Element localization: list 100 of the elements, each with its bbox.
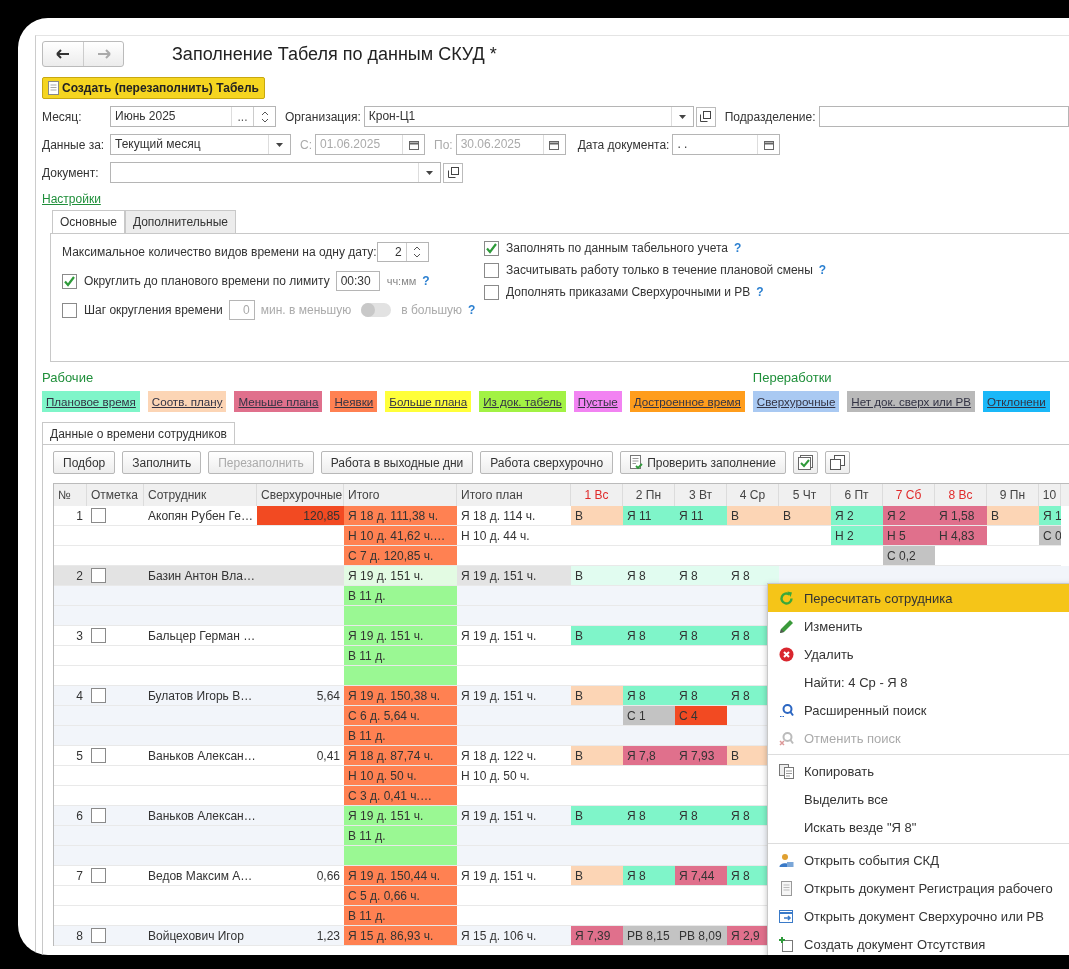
search-icon xyxy=(778,702,794,718)
day-cell: Я 8 xyxy=(623,686,675,706)
day-cell: В xyxy=(571,866,623,886)
day-cell: С 4 xyxy=(675,706,727,726)
open-button[interactable] xyxy=(695,106,716,127)
total-cell: Я 19 д. 151 ч. xyxy=(344,626,457,646)
legend-link[interactable]: Нет док. сверх или РВ xyxy=(847,391,976,412)
round-limit-field[interactable]: 00:30 xyxy=(335,271,380,291)
document-date-field[interactable]: . . xyxy=(672,134,781,155)
checkbox[interactable] xyxy=(91,928,106,943)
column-header[interactable]: Сотрудник xyxy=(144,484,257,506)
total-cell: Н 10 д. 41,62 ч.… xyxy=(344,526,457,546)
day-cell: С 1 xyxy=(623,706,675,726)
column-header[interactable]: № xyxy=(54,484,87,506)
settings-tab[interactable]: Основные xyxy=(52,210,125,233)
refresh-icon xyxy=(778,590,794,606)
checkbox[interactable] xyxy=(91,568,106,583)
date-from-label: С: xyxy=(300,137,312,152)
day-cell: Я 2 xyxy=(883,506,935,526)
day-cell: Я 8 xyxy=(675,566,727,586)
employee-cell: Ведов Максим А… xyxy=(144,866,257,886)
legend-link[interactable]: Больше плана xyxy=(385,391,472,412)
date-to-label: По: xyxy=(434,137,453,152)
row-number: 3 xyxy=(54,626,87,646)
checkbox[interactable] xyxy=(484,262,499,278)
checkbox[interactable] xyxy=(91,808,106,823)
legend-link[interactable]: Меньше плана xyxy=(234,391,323,412)
checkbox[interactable] xyxy=(62,273,77,289)
settings-link[interactable]: Настройки xyxy=(42,192,101,207)
day-cell: Н 4,83 xyxy=(935,526,987,546)
legend-heading: Переработки xyxy=(752,370,833,385)
checklist-button[interactable] xyxy=(792,451,818,474)
month-field[interactable]: Июнь 2025 ... xyxy=(110,106,276,127)
settings-tab[interactable]: Дополнительные xyxy=(124,210,236,233)
help-link[interactable]: ? xyxy=(468,303,476,317)
department-field[interactable] xyxy=(818,106,1069,127)
legend-link[interactable]: Достроенное время xyxy=(629,391,745,412)
total-cell: Я 19 д. 150,44 ч. xyxy=(344,866,457,886)
create-timesheet-button[interactable]: Создать (перезаполнить) Табель xyxy=(42,77,265,99)
legend-link[interactable]: Из док. табель xyxy=(479,391,566,412)
overtime-cell: 120,85 xyxy=(257,506,344,526)
checkbox[interactable] xyxy=(484,240,499,256)
help-link[interactable]: ? xyxy=(734,241,742,255)
employee-cell: Бальцер Герман … xyxy=(144,626,257,646)
day-cell: В xyxy=(571,686,623,706)
organization-field[interactable]: Крон-Ц1 xyxy=(363,106,694,127)
toolbar-button[interactable]: Заполнить xyxy=(122,451,202,474)
legend-link[interactable]: Отклонени xyxy=(983,391,1050,412)
day-cell: Я 8 xyxy=(623,626,675,646)
checkbox[interactable] xyxy=(91,748,106,763)
select-button[interactable]: ... xyxy=(231,107,253,126)
step-label: Шаг округления времени xyxy=(84,303,223,317)
day-cell: В xyxy=(987,506,1039,526)
data-tab[interactable]: Данные о времени сотрудников xyxy=(42,422,235,444)
day-cell: Я 8 xyxy=(727,566,779,586)
legend-link[interactable]: Пустые xyxy=(573,391,622,412)
column-header[interactable]: Отметка xyxy=(87,484,144,506)
checkbox[interactable] xyxy=(62,302,77,318)
document-field[interactable] xyxy=(110,162,441,183)
legend-link[interactable]: Неявки xyxy=(330,391,378,412)
max-kinds-field[interactable]: 2 xyxy=(376,242,429,262)
option-label: Засчитывать работу только в течение плановой смены xyxy=(506,263,813,277)
day-cell: Я 11 xyxy=(675,506,727,526)
row-number: 5 xyxy=(54,746,87,766)
legend-link[interactable]: Соотв. плану xyxy=(147,391,227,412)
legend-link[interactable]: Плановое время xyxy=(42,391,140,412)
round-down-label: мин. в меньшую xyxy=(260,303,352,317)
toolbar-button[interactable]: Подбор xyxy=(53,451,116,474)
total-cell: Н 10 д. 50 ч. xyxy=(344,766,457,786)
checked-document-icon xyxy=(630,455,644,470)
row-number: 1 xyxy=(54,506,87,526)
column-header[interactable]: Итого план xyxy=(457,484,571,506)
help-link[interactable]: ? xyxy=(756,285,764,299)
help-link[interactable]: ? xyxy=(818,263,827,277)
menu-item[interactable]: Пересчитать сотрудника xyxy=(768,584,1069,612)
day-cell: Я 8 xyxy=(675,806,727,826)
total-cell: Я 18 д. 87,74 ч. xyxy=(344,746,457,766)
day-cell: В xyxy=(727,506,779,526)
document-date-label: Дата документа: xyxy=(577,137,670,152)
total-cell: С 5 д. 0,66 ч. xyxy=(344,886,457,906)
toolbar-button[interactable]: Работа в выходные дни xyxy=(320,451,474,474)
checkbox[interactable] xyxy=(91,868,106,883)
help-link[interactable]: ? xyxy=(422,274,430,288)
total-cell: С 6 д. 5,64 ч. xyxy=(344,706,457,726)
forward-arrow-icon xyxy=(96,49,111,59)
checkbox[interactable] xyxy=(484,284,499,300)
toggle-switch[interactable] xyxy=(361,303,392,317)
total-cell: Я 19 д. 151 ч. xyxy=(344,566,457,586)
legend-link[interactable]: Сверхурочные xyxy=(752,391,840,412)
toolbar-button[interactable]: Работа сверхурочно xyxy=(480,451,614,474)
period-select[interactable]: Текущий месяц xyxy=(110,134,291,155)
total-cell: С 7 д. 120,85 ч. xyxy=(344,546,457,566)
total-cell: В 11 д. xyxy=(344,826,457,846)
checkbox[interactable] xyxy=(91,628,106,643)
check-filling-button[interactable]: Проверить заполнение xyxy=(620,451,786,474)
row-number: 7 xyxy=(54,866,87,886)
open-button[interactable] xyxy=(443,162,463,183)
checkbox[interactable] xyxy=(91,688,106,703)
windows-button[interactable] xyxy=(824,451,850,474)
checkbox[interactable] xyxy=(91,508,106,523)
